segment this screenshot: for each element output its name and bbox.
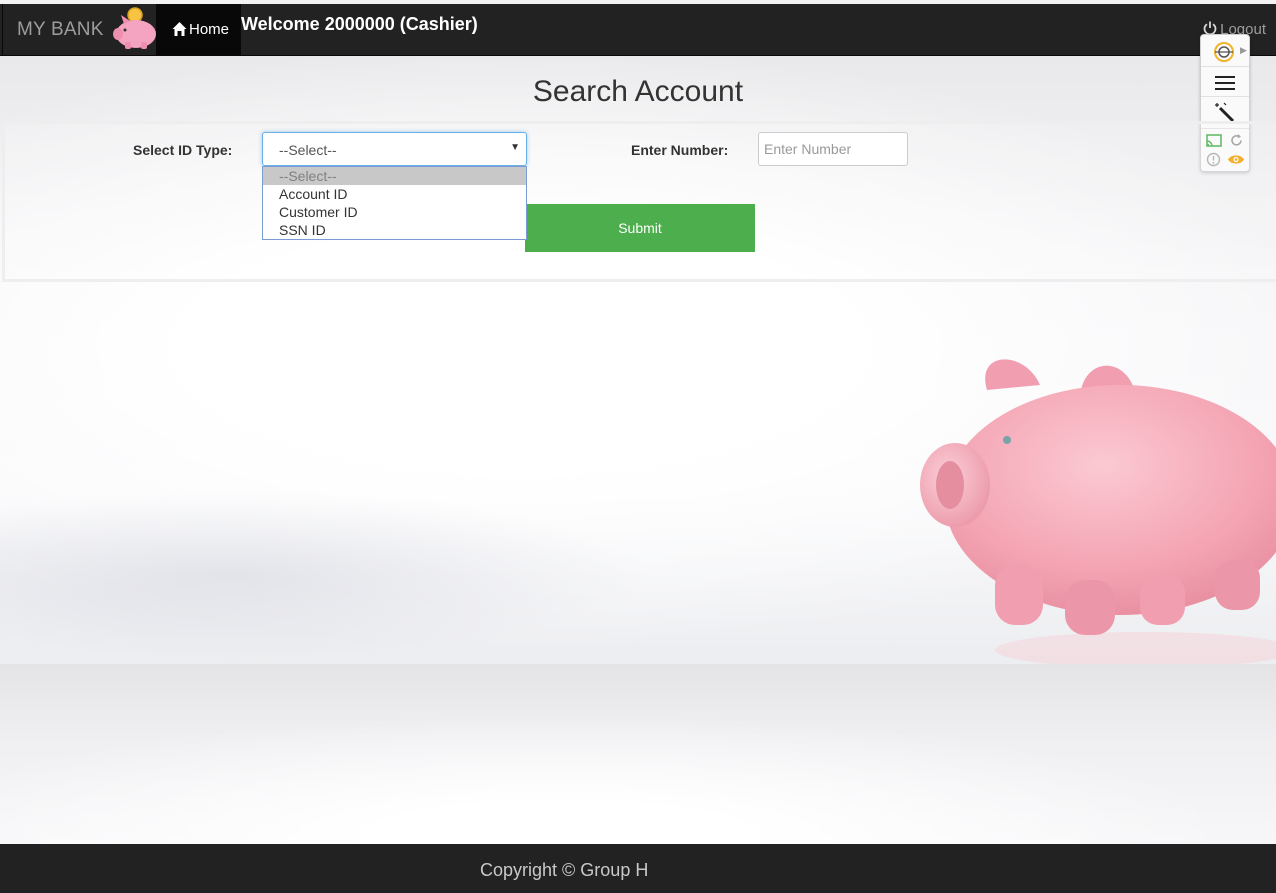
number-label: Enter Number:	[631, 142, 729, 158]
power-icon	[1203, 21, 1217, 35]
piggy-bank-image	[920, 359, 1276, 664]
extension-globe-cell[interactable]: ▶	[1201, 35, 1249, 67]
footer-copyright: Copyright © Group H	[480, 860, 649, 880]
id-type-label: Select ID Type:	[133, 142, 233, 158]
page-title: Search Account	[532, 75, 744, 108]
id-type-selected-value: --Select--	[279, 142, 337, 158]
top-navbar: MY BANK Home Welcome 2000000 (Cashier) L…	[0, 0, 1276, 56]
id-type-dropdown-list: --Select-- Account ID Customer ID SSN ID	[262, 166, 527, 240]
page-background-band	[0, 664, 1276, 844]
globe-icon	[1214, 42, 1234, 62]
brand-link[interactable]: MY BANK	[17, 19, 104, 41]
footer: Copyright © Group H	[0, 844, 1276, 893]
navbar-inner: MY BANK Home Welcome 2000000 (Cashier)	[2, 4, 1276, 55]
expand-arrow-icon[interactable]: ▶	[1240, 45, 1247, 56]
id-type-option[interactable]: Customer ID	[263, 203, 526, 221]
piggy-bank-logo-icon	[113, 7, 156, 49]
id-type-option[interactable]: SSN ID	[263, 221, 526, 239]
id-type-option[interactable]: --Select--	[263, 167, 526, 185]
dropdown-arrow-icon: ▼	[510, 142, 520, 153]
welcome-message: Welcome 2000000 (Cashier)	[241, 14, 478, 34]
submit-button[interactable]: Submit	[525, 204, 755, 252]
id-type-select[interactable]: --Select-- ▼	[262, 132, 527, 166]
home-icon	[172, 22, 187, 36]
number-input[interactable]	[758, 132, 908, 166]
nav-home-link[interactable]: Home	[156, 4, 241, 55]
nav-home-label: Home	[189, 21, 230, 38]
id-type-option[interactable]: Account ID	[263, 185, 526, 203]
